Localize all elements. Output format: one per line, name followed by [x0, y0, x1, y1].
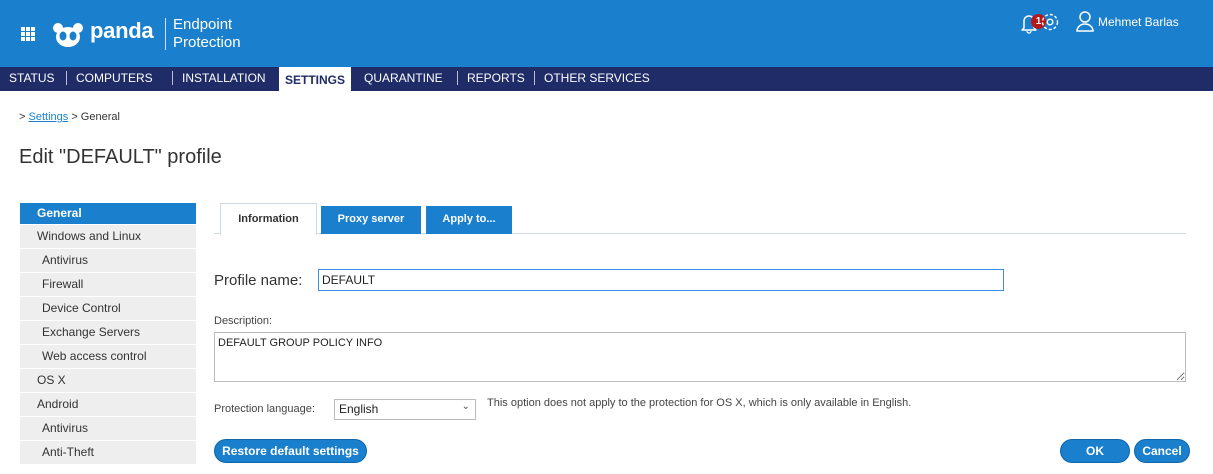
- profile-tabs: Information Proxy server Apply to...: [214, 203, 1186, 235]
- protection-language-note: This option does not apply to the protec…: [487, 397, 912, 409]
- user-icon[interactable]: [1076, 9, 1094, 33]
- settings-sidebar: General Windows and Linux Antivirus Fire…: [20, 203, 196, 465]
- sidebar-item-device-control[interactable]: Device Control: [20, 297, 196, 321]
- user-name[interactable]: Mehmet Barlas: [1098, 15, 1179, 29]
- chevron-down-icon: ⌄: [461, 401, 470, 412]
- description-label: Description:: [214, 315, 273, 327]
- protection-language-value: English: [339, 402, 379, 416]
- sidebar-item-anti-theft[interactable]: Anti-Theft: [20, 441, 196, 465]
- nav-quarantine[interactable]: QUARANTINE: [364, 67, 443, 91]
- protection-language-select[interactable]: English ⌄: [334, 399, 476, 420]
- sidebar-item-windows-linux[interactable]: Windows and Linux: [20, 225, 196, 249]
- logo-divider: [165, 18, 166, 50]
- product-name: Endpoint Protection: [173, 16, 283, 52]
- logo-text: panda: [90, 18, 154, 43]
- top-header: panda Endpoint Protection 1 Mehmet Barla…: [0, 0, 1213, 68]
- sidebar-item-general[interactable]: General: [20, 203, 196, 225]
- nav-separator: [534, 71, 535, 85]
- ok-button[interactable]: OK: [1060, 439, 1130, 463]
- nav-settings[interactable]: SETTINGS: [279, 67, 352, 91]
- main-nav: STATUS COMPUTERS INSTALLATION SETTINGS Q…: [0, 67, 1213, 91]
- nav-other-services[interactable]: OTHER SERVICES: [544, 67, 650, 91]
- breadcrumb: > Settings > General: [19, 111, 120, 123]
- breadcrumb-prefix: >: [19, 111, 26, 123]
- cancel-button[interactable]: Cancel: [1134, 439, 1190, 463]
- app-grid-icon[interactable]: [21, 27, 35, 41]
- protection-language-label: Protection language:: [214, 403, 315, 415]
- restore-defaults-button[interactable]: Restore default settings: [214, 439, 367, 463]
- product-name-line1: Endpoint: [173, 16, 233, 33]
- breadcrumb-current: > General: [71, 111, 120, 123]
- product-name-line2: Protection: [173, 34, 241, 51]
- profile-name-label: Profile name:: [214, 272, 303, 289]
- profile-name-input[interactable]: [318, 269, 1004, 291]
- sidebar-item-firewall[interactable]: Firewall: [20, 273, 196, 297]
- tab-proxy-server[interactable]: Proxy server: [321, 206, 421, 234]
- nav-installation[interactable]: INSTALLATION: [182, 67, 266, 91]
- description-textarea[interactable]: DEFAULT GROUP POLICY INFO: [214, 332, 1186, 382]
- sidebar-item-antivirus[interactable]: Antivirus: [20, 249, 196, 273]
- sidebar-item-web-access-control[interactable]: Web access control: [20, 345, 196, 369]
- tab-information[interactable]: Information: [220, 203, 317, 235]
- panda-logo-icon: [53, 23, 83, 47]
- tab-apply-to[interactable]: Apply to...: [426, 206, 512, 234]
- nav-computers[interactable]: COMPUTERS: [76, 67, 153, 91]
- sidebar-item-os-x[interactable]: OS X: [20, 369, 196, 393]
- nav-separator: [457, 71, 458, 85]
- nav-status[interactable]: STATUS: [9, 67, 55, 91]
- sidebar-item-android[interactable]: Android: [20, 393, 196, 417]
- page-title: Edit "DEFAULT" profile: [19, 146, 222, 168]
- sidebar-item-exchange-servers[interactable]: Exchange Servers: [20, 321, 196, 345]
- nav-separator: [66, 71, 67, 85]
- settings-gear-icon[interactable]: [1040, 10, 1060, 34]
- nav-reports[interactable]: REPORTS: [467, 67, 525, 91]
- sidebar-item-android-antivirus[interactable]: Antivirus: [20, 417, 196, 441]
- breadcrumb-link-settings[interactable]: Settings: [29, 111, 69, 123]
- nav-separator: [172, 71, 173, 85]
